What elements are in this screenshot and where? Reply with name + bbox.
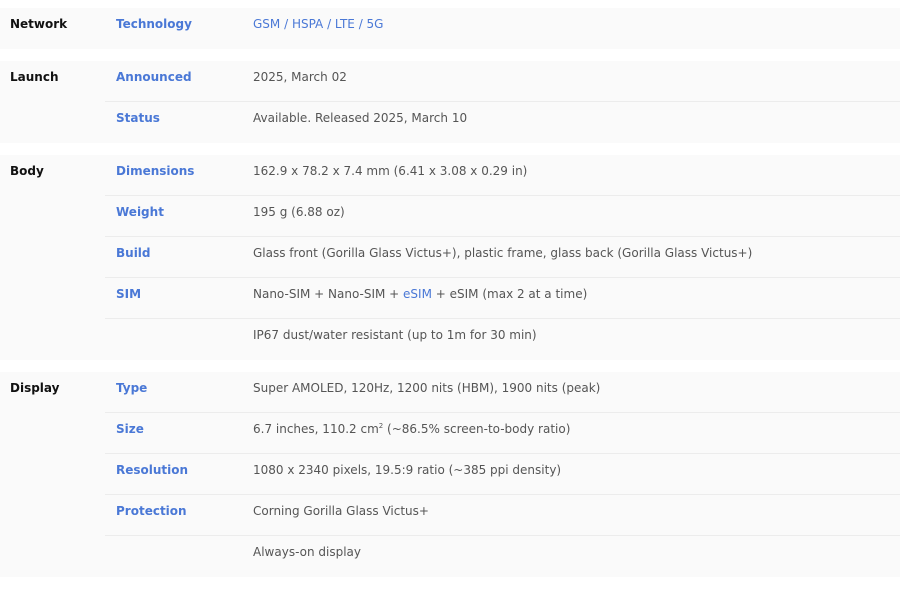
esim-link[interactable]: eSIM [403, 287, 432, 301]
spec-row-status: Status Available. Released 2025, March 1… [105, 102, 900, 143]
spec-value: 6.7 inches, 110.2 cm2 (~86.5% screen-to-… [253, 413, 900, 453]
spec-value: 162.9 x 78.2 x 7.4 mm (6.41 x 3.08 x 0.2… [253, 164, 528, 178]
spec-row-resolution: Resolution 1080 x 2340 pixels, 19.5:9 ra… [105, 454, 900, 495]
spec-value: Glass front (Gorilla Glass Victus+), pla… [253, 246, 753, 260]
spec-row-always-on: Always-on display [105, 536, 900, 577]
spec-value[interactable]: GSM / HSPA / LTE / 5G [253, 8, 900, 49]
spec-label [105, 319, 253, 360]
spec-rows: Announced 2025, March 02 Status Availabl… [105, 61, 900, 143]
spec-sheet: Network Technology GSM / HSPA / LTE / 5G… [0, 0, 900, 577]
sim-text-prefix: Nano-SIM + Nano-SIM + [253, 287, 404, 301]
spec-label[interactable]: Size [105, 413, 253, 453]
spec-row-build: Build Glass front (Gorilla Glass Victus+… [105, 237, 900, 278]
section-body: Body Dimensions 162.9 x 78.2 x 7.4 mm (6… [0, 155, 900, 360]
spec-label[interactable]: Technology [105, 8, 253, 49]
spec-row-size: Size 6.7 inches, 110.2 cm2 (~86.5% scree… [105, 413, 900, 454]
section-title[interactable]: Body [0, 155, 105, 360]
spec-label[interactable]: Resolution [105, 454, 253, 494]
section-launch: Launch Announced 2025, March 02 Status A… [0, 61, 900, 143]
spec-label[interactable]: Status [105, 102, 253, 143]
spec-row-dimensions: Dimensions 162.9 x 78.2 x 7.4 mm (6.41 x… [105, 155, 900, 196]
spec-value: IP67 dust/water resistant (up to 1m for … [253, 328, 537, 342]
spec-label [105, 536, 253, 577]
sim-text-suffix: + eSIM (max 2 at a time) [431, 287, 588, 301]
spec-value: Always-on display [253, 545, 361, 559]
spec-label[interactable]: Announced [105, 61, 253, 101]
spec-value: Available. Released 2025, March 10 [253, 111, 468, 125]
spec-row-sim: SIM Nano-SIM + Nano-SIM + eSIM + eSIM (m… [105, 278, 900, 319]
section-network: Network Technology GSM / HSPA / LTE / 5G [0, 8, 900, 49]
spec-label[interactable]: SIM [105, 278, 253, 318]
section-display: Display Type Super AMOLED, 120Hz, 1200 n… [0, 372, 900, 577]
spec-row-protection: Protection Corning Gorilla Glass Victus+ [105, 495, 900, 536]
spec-value: 2025, March 02 [253, 70, 347, 84]
spec-value: Corning Gorilla Glass Victus+ [253, 504, 429, 518]
spec-rows: Dimensions 162.9 x 78.2 x 7.4 mm (6.41 x… [105, 155, 900, 360]
spec-row-weight: Weight 195 g (6.88 oz) [105, 196, 900, 237]
spec-row-protection-rating: IP67 dust/water resistant (up to 1m for … [105, 319, 900, 360]
size-text: 6.7 inches, 110.2 cm [253, 422, 379, 436]
spec-row-type: Type Super AMOLED, 120Hz, 1200 nits (HBM… [105, 372, 900, 413]
spec-row-announced: Announced 2025, March 02 [105, 61, 900, 102]
spec-value: 1080 x 2340 pixels, 19.5:9 ratio (~385 p… [253, 463, 562, 477]
size-ratio-text: (~86.5% screen-to-body ratio) [383, 422, 571, 436]
spec-value: 195 g (6.88 oz) [253, 205, 345, 219]
spec-value: Super AMOLED, 120Hz, 1200 nits (HBM), 19… [253, 381, 601, 395]
spec-label[interactable]: Dimensions [105, 155, 253, 195]
section-title[interactable]: Network [0, 8, 105, 49]
spec-label[interactable]: Protection [105, 495, 253, 535]
spec-row-technology: Technology GSM / HSPA / LTE / 5G [105, 8, 900, 49]
spec-label[interactable]: Type [105, 372, 253, 412]
spec-rows: Type Super AMOLED, 120Hz, 1200 nits (HBM… [105, 372, 900, 577]
spec-label[interactable]: Weight [105, 196, 253, 236]
section-title[interactable]: Display [0, 372, 105, 577]
spec-label[interactable]: Build [105, 237, 253, 277]
spec-rows: Technology GSM / HSPA / LTE / 5G [105, 8, 900, 49]
section-title[interactable]: Launch [0, 61, 105, 143]
spec-value: Nano-SIM + Nano-SIM + eSIM + eSIM (max 2… [253, 278, 900, 318]
